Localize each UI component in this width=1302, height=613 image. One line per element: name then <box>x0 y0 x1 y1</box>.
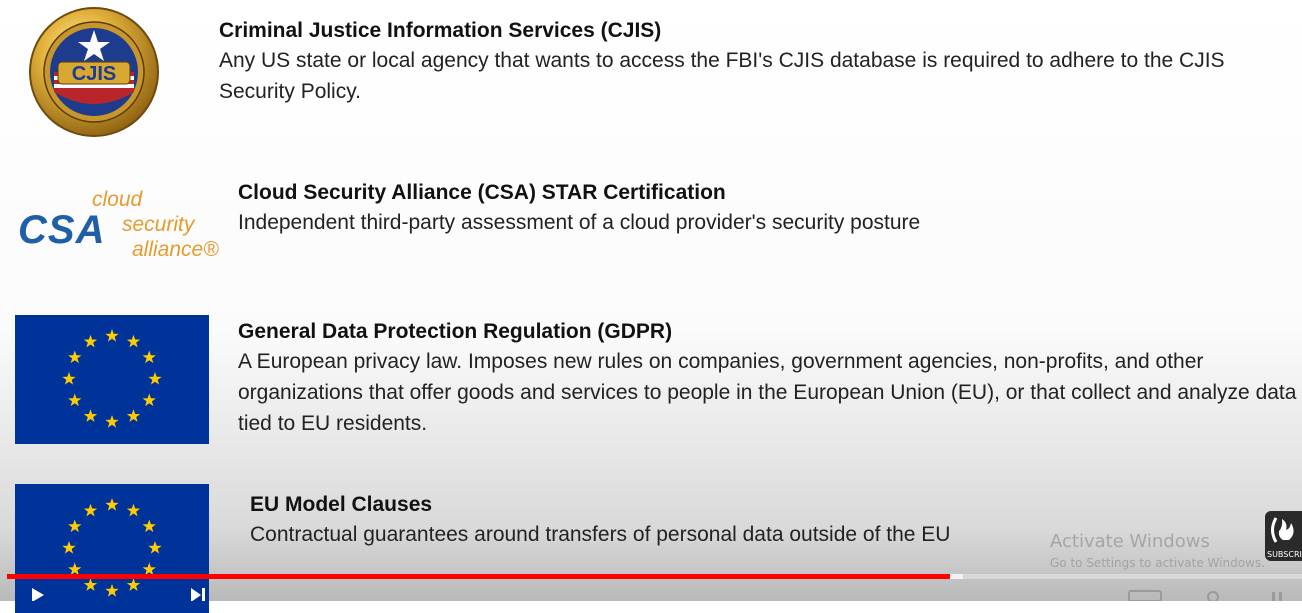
entry-description: Any US state or local agency that wants … <box>219 49 1225 103</box>
subscribe-logo-icon <box>1271 517 1294 543</box>
cjis-seal-text: CJIS <box>72 63 116 85</box>
eu-flag-icon <box>15 315 209 444</box>
csa-logo-letters: CSA <box>18 208 106 252</box>
fullscreen-icon[interactable] <box>1270 588 1286 601</box>
cjis-seal-icon: CJIS <box>28 6 160 138</box>
next-icon[interactable] <box>190 588 206 601</box>
entry-title: Cloud Security Alliance (CSA) STAR Certi… <box>238 181 726 204</box>
csa-logo-word: alliance® <box>132 238 219 261</box>
player-controls <box>0 582 1302 601</box>
video-progress-fill <box>7 574 950 579</box>
csa-logo-word: security <box>122 213 195 236</box>
activate-windows-subtitle: Go to Settings to activate Windows. <box>1050 556 1265 570</box>
video-progress-bar[interactable] <box>7 574 1302 579</box>
settings-gear-icon[interactable] <box>1205 588 1221 601</box>
subscribe-button[interactable]: SUBSCRIBE <box>1265 511 1302 561</box>
compliance-entry-gdpr: General Data Protection Regulation (GDPR… <box>0 310 1302 450</box>
compliance-entry-cjis: CJIS Criminal Justice Information Servic… <box>0 0 1302 150</box>
csa-logo-word: cloud <box>92 188 143 211</box>
subtitles-icon[interactable] <box>1128 588 1162 601</box>
entry-title: Criminal Justice Information Services (C… <box>219 19 662 42</box>
activate-windows-title: Activate Windows <box>1050 531 1210 552</box>
entry-description: Contractual guarantees around transfers … <box>250 523 951 546</box>
play-icon[interactable] <box>30 588 44 601</box>
compliance-entry-csa: CSA cloud security alliance® Cloud Secur… <box>0 170 1302 280</box>
subscribe-label: SUBSCRIBE <box>1267 550 1302 559</box>
entry-description: A European privacy law. Imposes new rule… <box>238 350 1297 435</box>
entry-title: General Data Protection Regulation (GDPR… <box>238 320 673 343</box>
csa-logo-icon: CSA cloud security alliance® <box>16 184 219 264</box>
entry-title: EU Model Clauses <box>250 493 433 516</box>
activate-windows-watermark: Activate Windows Go to Settings to activ… <box>1050 530 1265 572</box>
entry-description: Independent third-party assessment of a … <box>238 211 921 234</box>
